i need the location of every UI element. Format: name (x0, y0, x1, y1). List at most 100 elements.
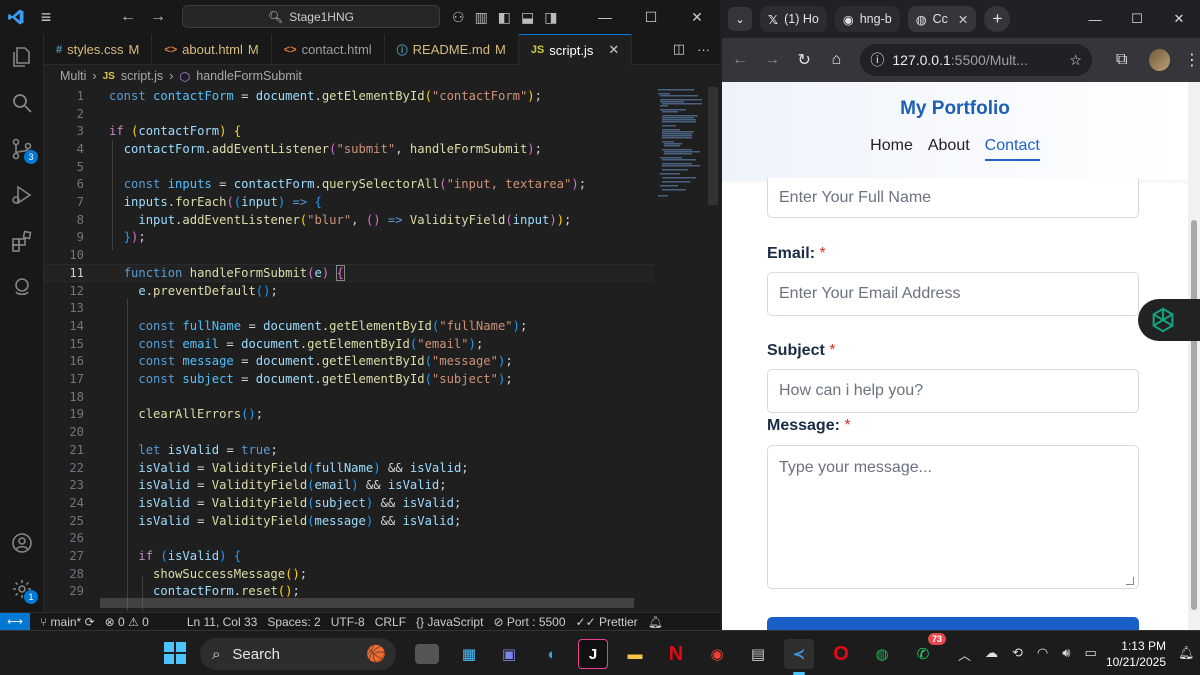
github-copilot-icon[interactable] (0, 264, 44, 310)
tab-contact-html[interactable]: <> contact.html (272, 34, 385, 65)
source-control-icon[interactable]: 3 (0, 126, 44, 172)
close-icon[interactable]: ✕ (1158, 0, 1200, 38)
tab-script-js[interactable]: JS script.js ✕ (518, 34, 633, 65)
browser-tab-github[interactable]: ◉ hng-b (834, 6, 900, 32)
copilot-icon[interactable]: ⚇ (452, 9, 465, 26)
settings-gear-icon[interactable]: 1 (0, 566, 44, 612)
notifications-bell-icon[interactable]: 🔔︎ (648, 615, 663, 629)
more-actions-icon[interactable]: ··· (697, 42, 710, 57)
spotify-icon[interactable]: ◍ (867, 639, 897, 669)
forward-arrow-icon[interactable]: → (758, 51, 786, 69)
explorer-icon[interactable] (0, 34, 44, 80)
page-scrollbar-thumb[interactable] (1191, 220, 1197, 610)
resize-handle-icon[interactable] (1126, 577, 1134, 585)
teams-chat-icon[interactable]: ▣ (494, 639, 524, 669)
minimap[interactable] (654, 87, 706, 207)
microsoft-store-icon[interactable]: ▤ (743, 639, 773, 669)
taskbar-clock[interactable]: 1:13 PM 10/21/2025 (1104, 638, 1166, 670)
email-input[interactable]: Enter Your Email Address (767, 272, 1139, 316)
run-debug-icon[interactable] (0, 172, 44, 218)
layout-panel-icon[interactable]: ▥ (475, 9, 488, 26)
minimize-icon[interactable]: — (582, 0, 628, 34)
address-bar[interactable]: ⓘ 127.0.0.1:5500/Mult... ☆ (860, 44, 1092, 76)
breadcrumb-file[interactable]: script.js (121, 69, 163, 83)
split-editor-icon[interactable]: ◫ (673, 41, 685, 57)
close-tab-icon[interactable]: ✕ (958, 12, 968, 27)
notification-bell-icon[interactable]: 🔔︎ (1178, 645, 1195, 661)
battery-icon[interactable]: ▭ (1084, 645, 1096, 664)
cloud-icon[interactable]: ☁ (985, 645, 998, 664)
live-server-port[interactable]: ⊘ Port : 5500 (493, 615, 565, 629)
vscode-taskbar-icon[interactable]: ≺ (784, 639, 814, 675)
chatgpt-floating-button[interactable] (1138, 299, 1200, 341)
command-center-search[interactable]: 🔍︎ Stage1HNG (182, 5, 440, 28)
jetbrains-icon[interactable]: J (578, 639, 608, 669)
new-tab-button[interactable]: + (984, 6, 1011, 32)
windows-start-icon[interactable] (164, 642, 186, 669)
minimize-icon[interactable]: — (1074, 0, 1116, 38)
vertical-scrollbar[interactable] (708, 87, 718, 205)
close-tab-icon[interactable]: ✕ (608, 42, 619, 58)
extensions-icon[interactable] (0, 218, 44, 264)
edge-browser-icon[interactable]: ◐ (537, 639, 567, 669)
site-title[interactable]: My Portfolio (722, 98, 1188, 120)
fullname-input[interactable]: Enter Your Full Name (767, 178, 1139, 218)
back-arrow-icon[interactable]: ← (120, 8, 136, 26)
tab-readme-md[interactable]: ⓘ README.md M (385, 34, 519, 65)
line-ending[interactable]: CRLF (375, 615, 406, 629)
home-icon[interactable]: ⌂ (822, 51, 850, 69)
chrome-icon[interactable]: ◉ (702, 639, 732, 669)
cursor-position[interactable]: Ln 11, Col 33 (187, 615, 258, 629)
taskbar-search[interactable]: ⌕ Search 🏀 (200, 638, 396, 670)
problems-indicator[interactable]: ⊗ 0 ⚠ 0 (105, 615, 149, 629)
language-mode[interactable]: {} JavaScript (416, 615, 483, 629)
indentation[interactable]: Spaces: 2 (267, 615, 320, 629)
remote-indicator-icon[interactable]: ⟷ (0, 612, 30, 631)
browser-tab-x[interactable]: 𝕏 (1) Ho (760, 6, 827, 32)
file-explorer-icon[interactable]: ▬ (620, 639, 650, 669)
tab-styles-css[interactable]: # styles.css M (44, 34, 153, 65)
nav-about-link[interactable]: About (928, 137, 970, 161)
account-icon[interactable] (0, 520, 44, 566)
netflix-icon[interactable]: N (661, 639, 691, 669)
volume-icon[interactable]: 🔊︎ (1062, 645, 1070, 664)
browser-tab-active[interactable]: ◍ Cc ✕ (907, 6, 977, 32)
toggle-panel-icon[interactable]: ⬓ (521, 9, 534, 26)
reload-icon[interactable]: ↻ (790, 50, 818, 70)
maximize-icon[interactable]: ☐ (628, 0, 674, 34)
maximize-icon[interactable]: ☐ (1116, 0, 1158, 38)
extensions-puzzle-icon[interactable]: ⧉ (1116, 51, 1127, 69)
profile-avatar[interactable] (1149, 49, 1171, 71)
message-textarea[interactable]: Type your message... (767, 445, 1139, 589)
code-editor[interactable]: 1 const contactForm = document.getElement… (44, 87, 654, 611)
tab-search-chevron-icon[interactable]: ⌄ (728, 7, 752, 31)
site-info-icon[interactable]: ⓘ (870, 50, 884, 70)
whatsapp-icon[interactable]: ✆ 73 (908, 633, 946, 669)
tray-chevron-up-icon[interactable]: ︿ (958, 645, 971, 664)
wifi-icon[interactable]: ◠ (1037, 645, 1048, 664)
subject-input[interactable]: How can i help you? (767, 369, 1139, 413)
widgets-icon[interactable]: ▦ (454, 639, 484, 669)
nav-home-link[interactable]: Home (870, 137, 913, 161)
horizontal-scrollbar[interactable] (100, 598, 634, 608)
encoding[interactable]: UTF-8 (331, 615, 365, 629)
breadcrumb-symbol[interactable]: handleFormSubmit (196, 69, 302, 83)
opera-icon[interactable]: O (826, 639, 856, 669)
bookmark-star-icon[interactable]: ☆ (1069, 52, 1082, 69)
more-menu-icon[interactable]: ⋮ (1184, 50, 1200, 70)
back-arrow-icon[interactable]: ← (726, 51, 754, 69)
close-icon[interactable]: ✕ (674, 0, 720, 34)
submit-button[interactable] (767, 617, 1139, 630)
tab-about-html[interactable]: <> about.html M (152, 34, 272, 65)
breadcrumb-folder[interactable]: Multi (60, 69, 86, 83)
page-scrollbar[interactable] (1188, 82, 1200, 630)
branch-indicator[interactable]: ⑂ main* ⟳ (40, 615, 95, 629)
menu-icon[interactable]: ≡ (32, 0, 60, 34)
toggle-sidebar-icon[interactable]: ◧ (498, 9, 511, 26)
nav-contact-link[interactable]: Contact (984, 137, 1040, 161)
sync-icon[interactable]: ⟲ (1012, 645, 1023, 664)
toggle-secondary-sidebar-icon[interactable]: ◨ (544, 9, 557, 26)
prettier-status[interactable]: ✓✓ Prettier (576, 615, 638, 629)
task-view-icon[interactable] (415, 644, 439, 664)
search-icon[interactable] (0, 80, 44, 126)
